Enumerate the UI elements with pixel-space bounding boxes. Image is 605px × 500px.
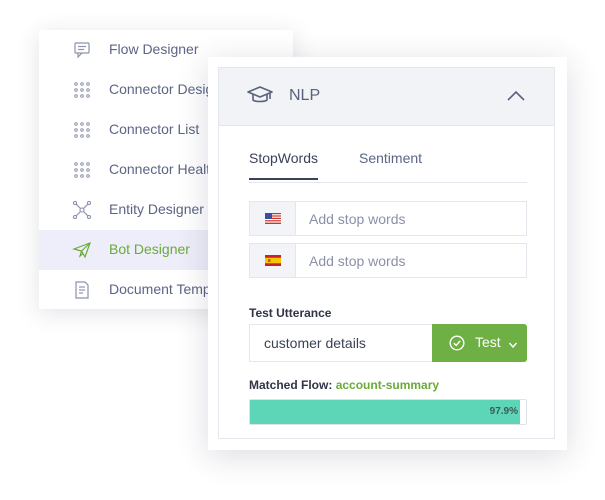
matched-flow-value: account-summary	[335, 378, 440, 392]
menu-item-label: Entity Designer	[109, 201, 204, 217]
document-icon	[71, 279, 93, 301]
match-confidence-fill	[250, 400, 520, 424]
stopwords-input-spanish[interactable]	[296, 244, 524, 277]
tab-sentiment[interactable]: Sentiment	[359, 150, 422, 178]
nlp-tabs: StopWords Sentiment	[249, 150, 527, 183]
nlp-panel: NLP StopWords Sentiment Add stop words A…	[208, 57, 567, 450]
nlp-header: NLP	[219, 68, 554, 126]
matched-flow: Matched Flow: account-summary	[249, 378, 439, 392]
dots-grid-icon	[71, 79, 93, 101]
stopwords-row-english	[249, 201, 527, 236]
chat-icon	[71, 39, 93, 61]
test-button[interactable]: Test	[432, 324, 527, 362]
us-flag-icon	[250, 202, 296, 235]
nlp-card: NLP StopWords Sentiment Add stop words A…	[218, 67, 555, 439]
menu-item-label: Connector Health	[109, 161, 218, 177]
stopwords-input-english[interactable]	[296, 202, 524, 235]
menu-item-label: Bot Designer	[109, 241, 190, 257]
graduation-cap-icon	[247, 84, 273, 111]
network-icon	[71, 199, 93, 221]
es-flag-icon	[250, 244, 296, 277]
panel-title: NLP	[289, 87, 321, 104]
paper-plane-icon	[71, 239, 93, 261]
test-button-label: Test	[475, 334, 501, 350]
matched-flow-label: Matched Flow:	[249, 378, 333, 392]
dots-grid-icon	[71, 119, 93, 141]
dots-grid-icon	[71, 159, 93, 181]
match-confidence-bar: 97.9%	[249, 399, 527, 425]
menu-item-label: Flow Designer	[109, 41, 199, 57]
chevron-up-icon[interactable]	[505, 86, 527, 106]
match-confidence-text: 97.9%	[489, 406, 518, 417]
test-utterance-label: Test Utterance	[249, 306, 332, 320]
menu-item-label: Connector List	[109, 121, 200, 137]
test-utterance-input[interactable]	[249, 324, 433, 362]
check-circle-icon	[449, 335, 465, 356]
chevron-down-icon	[508, 337, 518, 355]
tab-stopwords[interactable]: StopWords	[249, 150, 318, 180]
stopwords-row-spanish	[249, 243, 527, 278]
